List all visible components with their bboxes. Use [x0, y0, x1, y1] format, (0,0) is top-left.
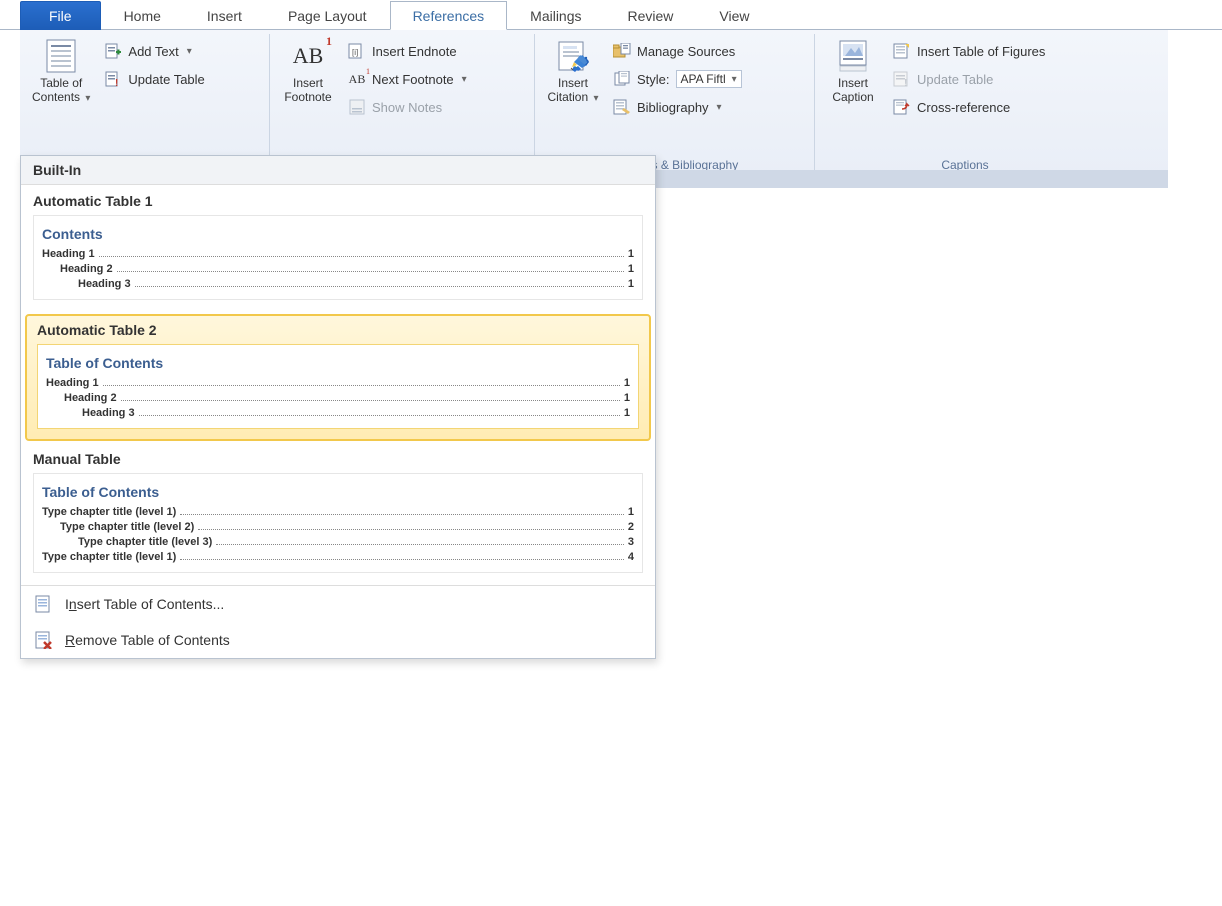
tab-home[interactable]: Home: [101, 1, 184, 30]
chevron-down-icon: ▾: [594, 93, 599, 104]
cross-reference-icon: [893, 98, 911, 116]
toc-preview-row: Heading 11: [46, 377, 630, 389]
insert-toc-menu-item[interactable]: Insert Table of Contents...: [21, 586, 655, 622]
insert-endnote-button[interactable]: [i] Insert Endnote: [344, 40, 471, 62]
gallery-item-title: Manual Table: [33, 451, 643, 467]
next-footnote-icon: AB1: [348, 70, 366, 88]
toc-preview: Contents Heading 11 Heading 21 Heading 31: [33, 215, 643, 300]
remove-toc-label: Remove Table of Contents: [65, 632, 230, 648]
bibliography-button[interactable]: Bibliography▾: [609, 96, 746, 118]
update-table-button[interactable]: ! Update Table: [100, 68, 208, 90]
menu-tabs: File Home Insert Page Layout References …: [0, 0, 1222, 30]
preview-title: Table of Contents: [46, 355, 630, 371]
toc-preview-row: Type chapter title (level 2)2: [42, 521, 634, 533]
svg-text:!: !: [904, 78, 907, 87]
insert-toc-icon: [33, 594, 53, 614]
style-icon: [613, 70, 631, 88]
remove-toc-icon: [33, 630, 53, 650]
style-value[interactable]: APA Fiftl▾: [676, 70, 742, 88]
insert-toc-label: Insert Table of Contents...: [65, 596, 224, 612]
tab-review[interactable]: Review: [605, 1, 697, 30]
svg-text:[i]: [i]: [352, 48, 358, 57]
remove-toc-menu-item[interactable]: Remove Table of Contents: [21, 622, 655, 658]
gallery-item-auto-table-1[interactable]: Automatic Table 1 Contents Heading 11 Hea…: [21, 185, 655, 312]
citation-style-select[interactable]: Style: APA Fiftl▾: [609, 68, 746, 90]
add-text-button[interactable]: Add Text▾: [100, 40, 208, 62]
tab-view[interactable]: View: [696, 1, 772, 30]
toc-preview-row: Type chapter title (level 1)4: [42, 551, 634, 563]
toc-preview-row: Heading 31: [46, 407, 630, 419]
group-label-captions: Captions: [821, 155, 1109, 174]
update-table-icon: !: [104, 70, 122, 88]
toc-gallery-dropdown: Built-In Automatic Table 1 Contents Head…: [20, 155, 656, 659]
caption-label-2: Caption: [832, 90, 873, 104]
toc-preview: Table of Contents Heading 11 Heading 21 He…: [37, 344, 639, 429]
endnote-icon: [i]: [348, 42, 366, 60]
caption-label-1: Insert: [838, 76, 868, 90]
insert-caption-button[interactable]: Insert Caption: [821, 36, 885, 106]
toc-page-icon: [43, 38, 79, 74]
table-of-contents-button[interactable]: Table of Contents ▾: [26, 36, 96, 108]
tab-references[interactable]: References: [390, 1, 508, 30]
gallery-item-title: Automatic Table 2: [37, 322, 639, 338]
next-footnote-button[interactable]: AB1 Next Footnote▾: [344, 68, 471, 90]
toc-preview: Table of Contents Type chapter title (le…: [33, 473, 643, 573]
toc-label-1: Table of: [40, 76, 82, 90]
insert-citation-button[interactable]: Insert Citation ▾: [541, 36, 605, 108]
gallery-item-manual-table[interactable]: Manual Table Table of Contents Type chap…: [21, 443, 655, 585]
svg-text:!: !: [115, 78, 118, 87]
gallery-item-title: Automatic Table 1: [33, 193, 643, 209]
footnote-label-1: Insert: [293, 76, 323, 90]
chevron-down-icon: ▾: [732, 74, 737, 85]
manage-sources-button[interactable]: Manage Sources: [609, 40, 746, 62]
citation-label-1: Insert: [558, 76, 588, 90]
bibliography-icon: [613, 98, 631, 116]
toc-preview-row: Type chapter title (level 1)1: [42, 506, 634, 518]
toc-preview-row: Heading 11: [42, 248, 634, 260]
toc-preview-row: Type chapter title (level 3)3: [42, 536, 634, 548]
tab-mailings[interactable]: Mailings: [507, 1, 604, 30]
footnote-ab-icon: AB1: [290, 38, 326, 74]
update-tof-icon: !: [893, 70, 911, 88]
show-notes-button[interactable]: Show Notes: [344, 96, 471, 118]
insert-footnote-button[interactable]: AB1 Insert Footnote: [276, 36, 340, 106]
chevron-down-icon: ▾: [717, 102, 722, 113]
gallery-item-auto-table-2[interactable]: Automatic Table 2 Table of Contents Head…: [25, 314, 651, 441]
update-tof-button[interactable]: ! Update Table: [889, 68, 1049, 90]
toc-preview-row: Heading 21: [42, 263, 634, 275]
preview-title: Table of Contents: [42, 484, 634, 500]
citation-icon: [555, 38, 591, 74]
chevron-down-icon: ▾: [85, 93, 90, 104]
footnote-label-2: Footnote: [284, 90, 331, 104]
caption-icon: [835, 38, 871, 74]
citation-label-2: Citation ▾: [547, 90, 598, 106]
ribbon-references: Table of Contents ▾ Add Text▾ ! Up: [20, 30, 1168, 175]
tab-insert[interactable]: Insert: [184, 1, 265, 30]
cross-reference-button[interactable]: Cross-reference: [889, 96, 1049, 118]
chevron-down-icon: ▾: [462, 74, 467, 85]
manage-sources-icon: [613, 42, 631, 60]
insert-tof-button[interactable]: Insert Table of Figures: [889, 40, 1049, 62]
tab-file[interactable]: File: [20, 1, 101, 30]
preview-title: Contents: [42, 226, 634, 242]
gallery-footer: Insert Table of Contents... Remove Table…: [21, 585, 655, 658]
gallery-section-header: Built-In: [21, 156, 655, 185]
toc-label-2: Contents ▾: [32, 90, 90, 106]
tof-icon: [893, 42, 911, 60]
show-notes-icon: [348, 98, 366, 116]
add-text-icon: [104, 42, 122, 60]
chevron-down-icon: ▾: [187, 46, 192, 57]
tab-page-layout[interactable]: Page Layout: [265, 1, 390, 30]
toc-preview-row: Heading 21: [46, 392, 630, 404]
toc-preview-row: Heading 31: [42, 278, 634, 290]
